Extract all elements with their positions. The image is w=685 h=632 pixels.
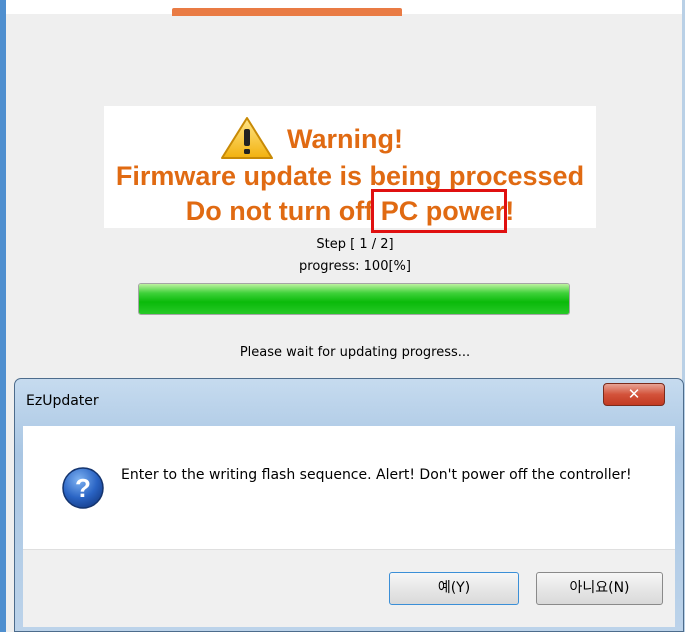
progress-bar-fill (139, 284, 569, 314)
warning-line-power: Do not turn off PC power! (185, 196, 515, 226)
question-icon: ? (62, 467, 104, 509)
progress-label: progress: 100[%] (299, 259, 411, 274)
dialog-footer: 예(Y) 아니요(N) (23, 549, 675, 627)
no-button[interactable]: 아니요(N) (536, 572, 663, 605)
step-label: Step [ 1 / 2] (316, 237, 394, 252)
warning-triangle-icon (221, 117, 273, 159)
wait-message: Please wait for updating progress... (239, 345, 471, 360)
dialog-title: EzUpdater (26, 393, 99, 409)
warning-line-firmware: Firmware update is being processed (115, 161, 585, 191)
dialog-body: ? Enter to the writing flash sequence. A… (23, 426, 675, 549)
top-accent-bar (172, 8, 402, 16)
close-button[interactable]: ✕ (603, 383, 665, 406)
progress-bar (138, 283, 570, 315)
warning-title: Warning! (287, 124, 403, 154)
yes-button[interactable]: 예(Y) (389, 572, 519, 605)
warning-banner: Warning! Firmware update is being proces… (104, 106, 596, 228)
svg-text:?: ? (75, 473, 91, 503)
yes-button-highlight (371, 189, 507, 233)
warning-title-row: Warning! (104, 116, 596, 160)
dialog-message: Enter to the writing flash sequence. Ale… (121, 467, 632, 483)
ezupdater-dialog: EzUpdater ✕ ? Enter to the writing flash… (14, 378, 684, 632)
